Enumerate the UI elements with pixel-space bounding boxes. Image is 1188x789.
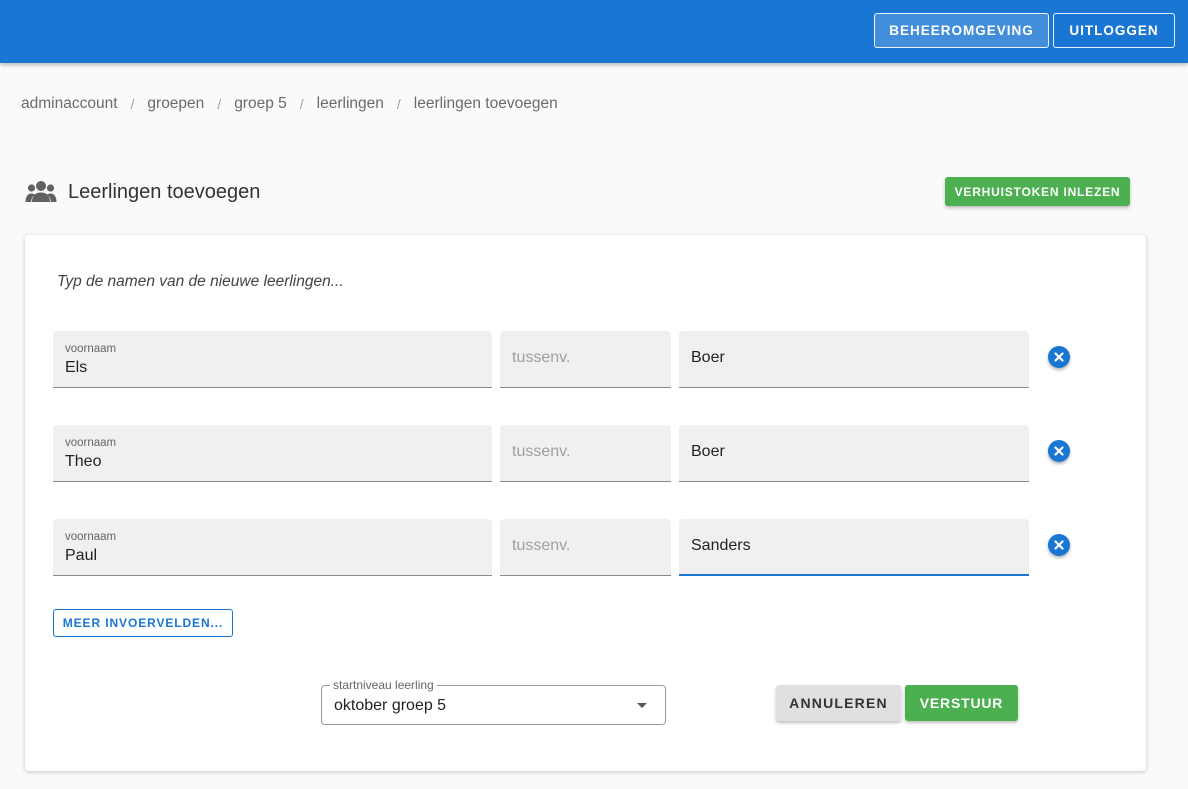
close-icon [1054, 540, 1064, 550]
cancel-button[interactable]: ANNULEREN [776, 685, 901, 721]
first-name-label: voornaam [65, 437, 117, 449]
first-name-value: Els [65, 359, 88, 376]
more-fields-button[interactable]: MEER INVOERVELDEN... [53, 609, 233, 637]
first-name-label: voornaam [65, 343, 117, 355]
remove-row-button[interactable] [1048, 440, 1070, 462]
first-name-field[interactable]: voornaam Paul [53, 519, 492, 576]
top-app-bar: BEHEEROMGEVING UITLOGGEN [0, 0, 1188, 63]
infix-field[interactable]: tussenv. [500, 331, 671, 388]
last-name-field[interactable]: Sanders [679, 519, 1029, 576]
last-name-field[interactable]: Boer [679, 425, 1029, 482]
infix-field[interactable]: tussenv. [500, 425, 671, 482]
submit-button[interactable]: VERSTUUR [905, 685, 1018, 721]
last-name-value: Sanders [691, 537, 751, 554]
first-name-label: voornaam [65, 531, 117, 543]
read-moving-token-button[interactable]: VERHUISTOKEN INLEZEN [945, 177, 1130, 206]
close-icon [1054, 446, 1064, 456]
breadcrumb: adminaccount / groepen / groep 5 / leerl… [21, 95, 558, 113]
last-name-value: Boer [691, 443, 725, 460]
student-row: voornaam Theo tussenv. Boer [53, 425, 1093, 482]
first-name-field[interactable]: voornaam Theo [53, 425, 492, 482]
breadcrumb-item-groep[interactable]: groep 5 [234, 95, 287, 113]
add-students-card: Typ de namen van de nieuwe leerlingen...… [25, 235, 1146, 771]
breadcrumb-item-groepen[interactable]: groepen [147, 95, 204, 113]
start-level-label: startniveau leerling [330, 678, 437, 692]
remove-row-button[interactable] [1048, 346, 1070, 368]
admin-environment-button[interactable]: BEHEEROMGEVING [874, 13, 1049, 48]
close-icon [1054, 352, 1064, 362]
breadcrumb-item-leerlingen[interactable]: leerlingen [317, 95, 384, 113]
form-hint: Typ de namen van de nieuwe leerlingen... [57, 273, 344, 290]
infix-placeholder: tussenv. [512, 443, 571, 460]
infix-field[interactable]: tussenv. [500, 519, 671, 576]
infix-placeholder: tussenv. [512, 537, 571, 554]
breadcrumb-item-current: leerlingen toevoegen [413, 95, 558, 112]
infix-placeholder: tussenv. [512, 349, 571, 366]
first-name-value: Theo [65, 453, 102, 470]
breadcrumb-separator: / [396, 96, 401, 112]
people-icon [25, 181, 57, 202]
chevron-down-icon [637, 703, 647, 708]
start-level-value: oktober groep 5 [334, 697, 447, 714]
logout-button[interactable]: UITLOGGEN [1053, 13, 1175, 48]
first-name-field[interactable]: voornaam Els [53, 331, 492, 388]
breadcrumb-separator: / [130, 96, 135, 112]
remove-row-button[interactable] [1048, 534, 1070, 556]
start-level-select[interactable]: startniveau leerling oktober groep 5 [321, 678, 666, 725]
breadcrumb-separator: / [299, 96, 304, 112]
breadcrumb-item-adminaccount[interactable]: adminaccount [21, 95, 118, 113]
page-title: Leerlingen toevoegen [68, 180, 261, 203]
breadcrumb-separator: / [217, 96, 222, 112]
last-name-field[interactable]: Boer [679, 331, 1029, 388]
student-row: voornaam Els tussenv. Boer [53, 331, 1093, 388]
page-header: Leerlingen toevoegen [25, 178, 260, 206]
first-name-value: Paul [65, 547, 98, 564]
last-name-value: Boer [691, 349, 725, 366]
student-row: voornaam Paul tussenv. Sanders [53, 519, 1093, 576]
